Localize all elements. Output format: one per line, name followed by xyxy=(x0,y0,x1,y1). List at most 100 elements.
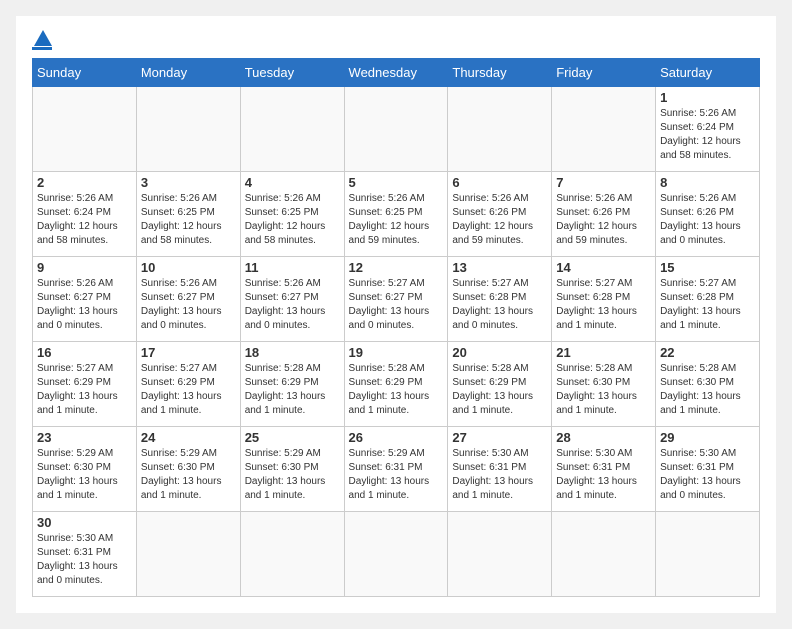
calendar-cell: 14Sunrise: 5:27 AMSunset: 6:28 PMDayligh… xyxy=(552,257,656,342)
logo-text xyxy=(32,32,52,46)
day-number: 11 xyxy=(245,260,340,275)
calendar-cell: 1Sunrise: 5:26 AMSunset: 6:24 PMDaylight… xyxy=(656,87,760,172)
calendar-week-row: 1Sunrise: 5:26 AMSunset: 6:24 PMDaylight… xyxy=(33,87,760,172)
day-info: Sunrise: 5:28 AMSunset: 6:30 PMDaylight:… xyxy=(660,362,755,418)
day-info: Sunrise: 5:26 AMSunset: 6:25 PMDaylight:… xyxy=(141,192,236,248)
day-info: Sunrise: 5:28 AMSunset: 6:30 PMDaylight:… xyxy=(556,362,651,418)
day-info: Sunrise: 5:29 AMSunset: 6:30 PMDaylight:… xyxy=(37,447,132,503)
day-number: 12 xyxy=(349,260,444,275)
calendar-cell xyxy=(448,87,552,172)
calendar-cell: 15Sunrise: 5:27 AMSunset: 6:28 PMDayligh… xyxy=(656,257,760,342)
col-header-thursday: Thursday xyxy=(448,59,552,87)
calendar-cell xyxy=(344,512,448,597)
day-info: Sunrise: 5:27 AMSunset: 6:29 PMDaylight:… xyxy=(37,362,132,418)
calendar-cell: 11 Sunrise: 5:26 AMSunset: 6:27 PMDayligh… xyxy=(240,257,344,342)
day-number: 4 xyxy=(245,175,340,190)
day-info: Sunrise: 5:30 AMSunset: 6:31 PMDaylight:… xyxy=(452,447,547,503)
calendar-cell: 23 Sunrise: 5:29 AMSunset: 6:30 PMDayligh… xyxy=(33,427,137,512)
day-info: Sunrise: 5:26 AMSunset: 6:26 PMDaylight:… xyxy=(452,192,547,248)
calendar-cell xyxy=(240,87,344,172)
day-number: 13 xyxy=(452,260,547,275)
col-header-sunday: Sunday xyxy=(33,59,137,87)
calendar-cell: 16 Sunrise: 5:27 AMSunset: 6:29 PMDayligh… xyxy=(33,342,137,427)
calendar-cell: 9 Sunrise: 5:26 AMSunset: 6:27 PMDaylight… xyxy=(33,257,137,342)
day-info: Sunrise: 5:26 AMSunset: 6:27 PMDaylight:… xyxy=(245,277,340,333)
day-number: 24 xyxy=(141,430,236,445)
day-info: Sunrise: 5:29 AMSunset: 6:30 PMDaylight:… xyxy=(245,447,340,503)
logo-underline xyxy=(32,47,52,50)
calendar-cell: 21 Sunrise: 5:28 AMSunset: 6:30 PMDayligh… xyxy=(552,342,656,427)
day-info: Sunrise: 5:28 AMSunset: 6:29 PMDaylight:… xyxy=(349,362,444,418)
day-info: Sunrise: 5:28 AMSunset: 6:29 PMDaylight:… xyxy=(452,362,547,418)
calendar-week-row: 2 Sunrise: 5:26 AMSunset: 6:24 PMDaylight… xyxy=(33,172,760,257)
col-header-monday: Monday xyxy=(136,59,240,87)
day-info: Sunrise: 5:26 AMSunset: 6:24 PMDaylight:… xyxy=(37,192,132,248)
calendar-cell xyxy=(240,512,344,597)
day-number: 2 xyxy=(37,175,132,190)
calendar-cell: 2 Sunrise: 5:26 AMSunset: 6:24 PMDaylight… xyxy=(33,172,137,257)
day-number: 7 xyxy=(556,175,651,190)
day-info: Sunrise: 5:30 AMSunset: 6:31 PMDaylight:… xyxy=(660,447,755,503)
calendar-page: SundayMondayTuesdayWednesdayThursdayFrid… xyxy=(16,16,776,613)
day-number: 8 xyxy=(660,175,755,190)
calendar-cell: 22Sunrise: 5:28 AMSunset: 6:30 PMDayligh… xyxy=(656,342,760,427)
calendar-cell: 8 Sunrise: 5:26 AMSunset: 6:26 PMDaylight… xyxy=(656,172,760,257)
header xyxy=(32,32,760,50)
day-info: Sunrise: 5:26 AMSunset: 6:27 PMDaylight:… xyxy=(141,277,236,333)
calendar-cell: 3 Sunrise: 5:26 AMSunset: 6:25 PMDaylight… xyxy=(136,172,240,257)
day-info: Sunrise: 5:26 AMSunset: 6:26 PMDaylight:… xyxy=(660,192,755,248)
calendar-cell: 7 Sunrise: 5:26 AMSunset: 6:26 PMDaylight… xyxy=(552,172,656,257)
calendar-cell: 27Sunrise: 5:30 AMSunset: 6:31 PMDayligh… xyxy=(448,427,552,512)
calendar-cell: 12 Sunrise: 5:27 AMSunset: 6:27 PMDayligh… xyxy=(344,257,448,342)
calendar-cell: 17 Sunrise: 5:27 AMSunset: 6:29 PMDayligh… xyxy=(136,342,240,427)
day-info: Sunrise: 5:27 AMSunset: 6:28 PMDaylight:… xyxy=(556,277,651,333)
calendar-cell: 18 Sunrise: 5:28 AMSunset: 6:29 PMDayligh… xyxy=(240,342,344,427)
day-info: Sunrise: 5:30 AMSunset: 6:31 PMDaylight:… xyxy=(37,532,132,588)
day-info: Sunrise: 5:27 AMSunset: 6:27 PMDaylight:… xyxy=(349,277,444,333)
day-info: Sunrise: 5:28 AMSunset: 6:29 PMDaylight:… xyxy=(245,362,340,418)
calendar-cell: 25 Sunrise: 5:29 AMSunset: 6:30 PMDayligh… xyxy=(240,427,344,512)
day-info: Sunrise: 5:26 AMSunset: 6:26 PMDaylight:… xyxy=(556,192,651,248)
calendar-cell: 30Sunrise: 5:30 AMSunset: 6:31 PMDayligh… xyxy=(33,512,137,597)
day-number: 3 xyxy=(141,175,236,190)
day-number: 17 xyxy=(141,345,236,360)
calendar-cell xyxy=(552,87,656,172)
day-number: 9 xyxy=(37,260,132,275)
day-info: Sunrise: 5:27 AMSunset: 6:29 PMDaylight:… xyxy=(141,362,236,418)
day-info: Sunrise: 5:26 AMSunset: 6:25 PMDaylight:… xyxy=(349,192,444,248)
day-number: 19 xyxy=(349,345,444,360)
calendar-cell: 6 Sunrise: 5:26 AMSunset: 6:26 PMDaylight… xyxy=(448,172,552,257)
calendar-header-row: SundayMondayTuesdayWednesdayThursdayFrid… xyxy=(33,59,760,87)
day-number: 18 xyxy=(245,345,340,360)
calendar-cell: 13 Sunrise: 5:27 AMSunset: 6:28 PMDayligh… xyxy=(448,257,552,342)
calendar-cell: 5 Sunrise: 5:26 AMSunset: 6:25 PMDaylight… xyxy=(344,172,448,257)
calendar-week-row: 30Sunrise: 5:30 AMSunset: 6:31 PMDayligh… xyxy=(33,512,760,597)
day-number: 23 xyxy=(37,430,132,445)
day-number: 20 xyxy=(452,345,547,360)
day-info: Sunrise: 5:27 AMSunset: 6:28 PMDaylight:… xyxy=(452,277,547,333)
calendar-cell: 19 Sunrise: 5:28 AMSunset: 6:29 PMDayligh… xyxy=(344,342,448,427)
day-info: Sunrise: 5:26 AMSunset: 6:25 PMDaylight:… xyxy=(245,192,340,248)
calendar-week-row: 9 Sunrise: 5:26 AMSunset: 6:27 PMDaylight… xyxy=(33,257,760,342)
calendar-cell xyxy=(344,87,448,172)
calendar-week-row: 16 Sunrise: 5:27 AMSunset: 6:29 PMDayligh… xyxy=(33,342,760,427)
col-header-wednesday: Wednesday xyxy=(344,59,448,87)
col-header-friday: Friday xyxy=(552,59,656,87)
day-number: 28 xyxy=(556,430,651,445)
calendar-cell: 26Sunrise: 5:29 AMSunset: 6:31 PMDayligh… xyxy=(344,427,448,512)
calendar-cell xyxy=(448,512,552,597)
day-info: Sunrise: 5:26 AMSunset: 6:27 PMDaylight:… xyxy=(37,277,132,333)
day-number: 21 xyxy=(556,345,651,360)
day-number: 6 xyxy=(452,175,547,190)
day-info: Sunrise: 5:26 AMSunset: 6:24 PMDaylight:… xyxy=(660,107,755,163)
calendar-cell xyxy=(552,512,656,597)
day-number: 10 xyxy=(141,260,236,275)
day-number: 25 xyxy=(245,430,340,445)
calendar-cell xyxy=(136,512,240,597)
day-number: 16 xyxy=(37,345,132,360)
day-number: 26 xyxy=(349,430,444,445)
calendar-cell: 29 Sunrise: 5:30 AMSunset: 6:31 PMDayligh… xyxy=(656,427,760,512)
calendar-cell xyxy=(656,512,760,597)
day-number: 29 xyxy=(660,430,755,445)
day-number: 5 xyxy=(349,175,444,190)
